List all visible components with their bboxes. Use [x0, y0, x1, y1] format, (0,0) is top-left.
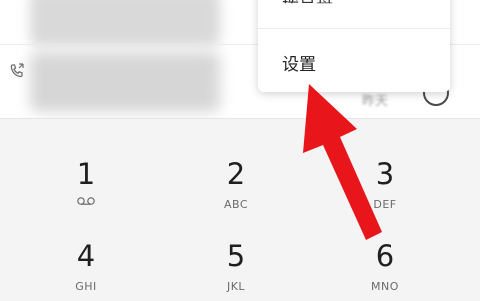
dial-key-2[interactable]: 2 ABC [176, 159, 296, 211]
menu-item-settings[interactable]: 设置 [282, 50, 316, 75]
dialpad: 1 2 ABC 3 DEF 4 GHI 5 JKL 6 MNO [0, 118, 480, 301]
call-time-label: 昨天 [362, 94, 389, 109]
dial-key-letters: GHI [75, 280, 97, 293]
menu-divider [258, 28, 450, 29]
dial-key-letters: JKL [226, 280, 246, 293]
dial-key-letters: ABC [223, 198, 249, 211]
dial-key-number: 6 [375, 239, 395, 273]
menu-item-dialpad[interactable]: 拨号盘 [282, 0, 333, 3]
dial-key-1[interactable]: 1 [26, 159, 146, 206]
dial-key-number: 1 [76, 157, 96, 191]
blurred-contact-top [30, 0, 220, 46]
dial-key-number: 5 [226, 239, 246, 273]
overflow-menu: 拨号盘 设置 [258, 0, 450, 92]
voicemail-icon [77, 197, 95, 205]
dial-key-number: 4 [76, 239, 96, 273]
blurred-contact-entry[interactable] [30, 52, 220, 112]
dial-key-4[interactable]: 4 GHI [26, 241, 146, 293]
call-log-icon [8, 62, 30, 80]
dial-key-letters: MNO [371, 280, 399, 293]
dial-key-5[interactable]: 5 JKL [176, 241, 296, 293]
dial-key-number: 2 [226, 157, 246, 191]
dial-key-6[interactable]: 6 MNO [325, 241, 445, 293]
dial-key-letters: DEF [373, 198, 397, 211]
dial-key-number: 3 [375, 157, 395, 191]
dial-key-3[interactable]: 3 DEF [325, 159, 445, 211]
